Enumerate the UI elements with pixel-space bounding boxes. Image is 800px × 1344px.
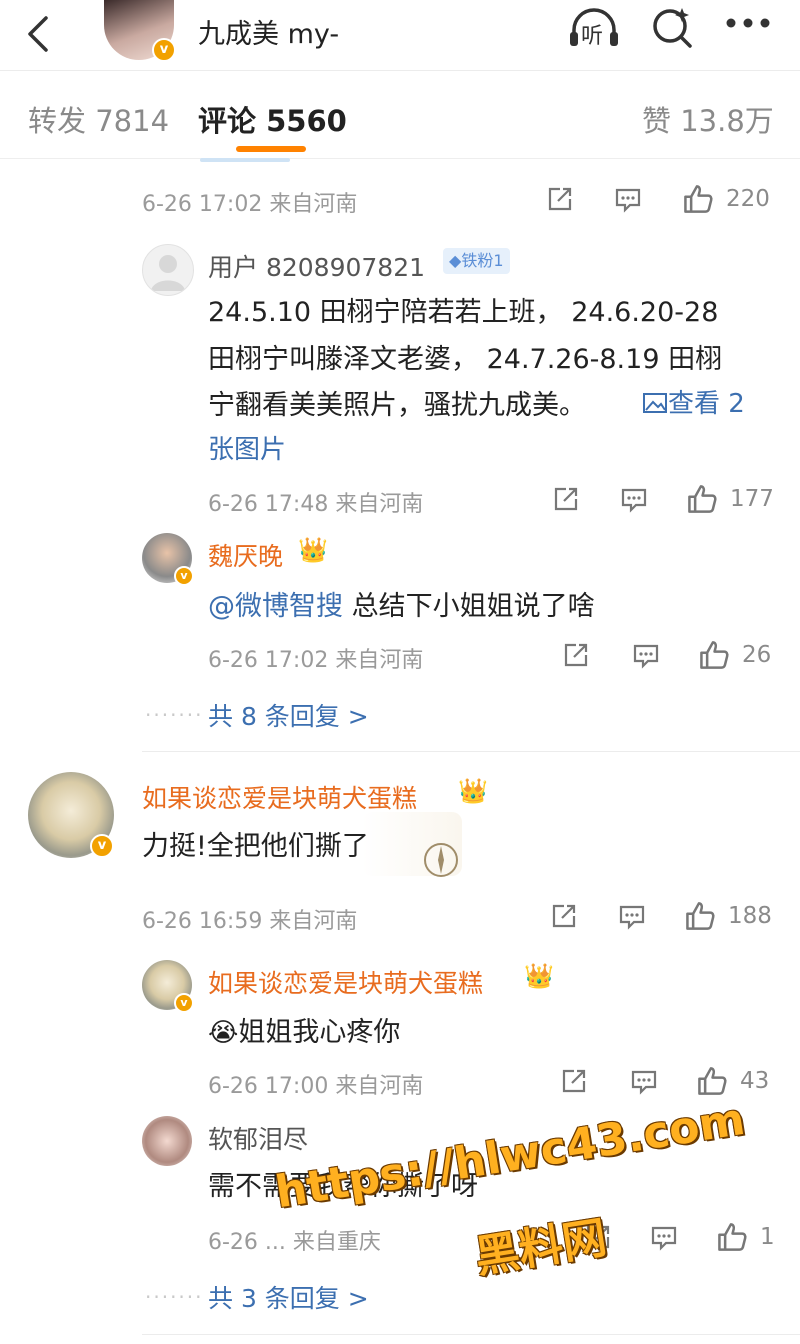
reply-text-line: 宁翻看美美照片，骚扰九成美。 bbox=[208, 390, 586, 421]
crying-emoji-icon: 😭 bbox=[208, 1018, 239, 1048]
tab-repost[interactable]: 转发 7814 bbox=[28, 98, 169, 140]
tab-bar: 转发 7814 评论 5560 赞 13.8万 bbox=[0, 70, 800, 159]
share-icon[interactable] bbox=[552, 485, 580, 513]
verified-icon: v bbox=[174, 993, 194, 1013]
compass-icon bbox=[424, 843, 458, 877]
reply-icon[interactable] bbox=[632, 641, 660, 669]
like-count: 220 bbox=[726, 186, 770, 212]
mention-link[interactable]: @微博智搜 bbox=[208, 591, 343, 622]
crown-icon: 👑 bbox=[524, 962, 554, 990]
share-icon[interactable] bbox=[562, 641, 590, 669]
reply-meta: 6-26 17:00 来自河南 bbox=[208, 1074, 424, 1099]
back-arrow-icon[interactable] bbox=[22, 14, 52, 54]
reply-user-name[interactable]: 魏厌晚 bbox=[208, 537, 283, 573]
reply-icon[interactable] bbox=[618, 902, 646, 930]
like-count: 26 bbox=[742, 642, 772, 668]
share-icon[interactable] bbox=[550, 902, 578, 930]
like-count: 43 bbox=[740, 1068, 770, 1094]
reply-text-line: 24.5.10 田栩宁陪若若上班， 24.6.20-28 bbox=[208, 297, 719, 328]
like-count: 188 bbox=[728, 903, 772, 929]
like-icon[interactable] bbox=[686, 483, 718, 515]
reply-avatar[interactable] bbox=[142, 1116, 192, 1166]
like-icon[interactable] bbox=[716, 1221, 748, 1253]
more-replies-link[interactable]: 共 3 条回复 > bbox=[208, 1279, 369, 1315]
verified-icon: v bbox=[174, 566, 194, 586]
share-icon[interactable] bbox=[546, 185, 574, 213]
reply-icon[interactable] bbox=[620, 485, 648, 513]
verified-icon: v bbox=[90, 834, 114, 858]
cropped-content bbox=[200, 158, 290, 162]
default-avatar[interactable] bbox=[142, 244, 194, 296]
watermark-label: 黑料网 bbox=[471, 1212, 611, 1284]
like-icon[interactable] bbox=[684, 900, 716, 932]
like-icon[interactable] bbox=[682, 183, 714, 215]
listen-button[interactable]: 听 bbox=[566, 4, 622, 54]
reply-text-content: 总结下小姐姐说了啥 bbox=[343, 591, 595, 622]
reply-icon[interactable] bbox=[650, 1223, 678, 1251]
divider bbox=[142, 1334, 800, 1335]
reply-text: 😭姐姐我心疼你 bbox=[208, 1010, 400, 1049]
dots-decoration: ······· bbox=[145, 703, 204, 727]
comment-meta: 6-26 17:02 来自河南 bbox=[142, 192, 358, 217]
reply-text: @微博智搜 总结下小姐姐说了啥 bbox=[208, 584, 595, 623]
person-icon bbox=[151, 255, 185, 291]
reply-meta: 6-26 17:48 来自河南 bbox=[208, 492, 424, 517]
comment-user-name[interactable]: 如果谈恋爱是块萌犬蛋糕 bbox=[142, 779, 417, 815]
user-name[interactable]: 九成美 my- bbox=[198, 12, 339, 51]
view-images-label: 查看 2 bbox=[668, 389, 745, 419]
more-replies-link[interactable]: 共 8 条回复 > bbox=[208, 697, 369, 733]
active-tab-indicator bbox=[236, 146, 306, 152]
reply-icon[interactable] bbox=[630, 1067, 658, 1095]
more-icon[interactable] bbox=[724, 16, 772, 30]
view-images-link[interactable]: 查看 2 bbox=[642, 383, 745, 420]
verified-icon: v bbox=[152, 38, 176, 62]
view-images-link-cont[interactable]: 张图片 bbox=[208, 429, 286, 466]
like-icon[interactable] bbox=[698, 639, 730, 671]
image-icon bbox=[643, 393, 667, 413]
dots-decoration: ······· bbox=[145, 1285, 204, 1309]
crown-icon: 👑 bbox=[298, 536, 328, 564]
comment-text: 力挺!全把他们撕了 bbox=[142, 831, 369, 862]
tab-comments[interactable]: 评论 5560 bbox=[198, 98, 347, 140]
like-count: 1 bbox=[760, 1224, 775, 1250]
share-icon[interactable] bbox=[560, 1067, 588, 1095]
listen-label: 听 bbox=[581, 24, 604, 49]
top-bar: v 九成美 my- 听 bbox=[0, 0, 800, 71]
search-icon[interactable] bbox=[650, 4, 696, 50]
reply-meta: 6-26 ... 来自重庆 bbox=[208, 1230, 381, 1255]
reply-meta: 6-26 17:02 来自河南 bbox=[208, 648, 424, 673]
diamond-icon: ◆ bbox=[449, 251, 462, 270]
fan-badge: ◆铁粉1 bbox=[443, 248, 510, 274]
fan-badge-label: 铁粉1 bbox=[461, 251, 504, 270]
reply-user-name[interactable]: 如果谈恋爱是块萌犬蛋糕 bbox=[208, 964, 483, 1000]
reply-user-name[interactable]: 软郁泪尽 bbox=[208, 1120, 308, 1156]
comment-meta: 6-26 16:59 来自河南 bbox=[142, 909, 358, 934]
crown-icon: 👑 bbox=[458, 777, 488, 805]
like-icon[interactable] bbox=[696, 1065, 728, 1097]
divider bbox=[142, 751, 800, 752]
reply-text-line: 田栩宁叫滕泽文老婆， 24.7.26-8.19 田栩 bbox=[208, 344, 723, 375]
tab-likes[interactable]: 赞 13.8万 bbox=[642, 98, 774, 140]
reply-icon[interactable] bbox=[614, 185, 642, 213]
reply-text-content: 姐姐我心疼你 bbox=[238, 1017, 401, 1048]
watermark-url: https://hlwc43.com bbox=[272, 1093, 749, 1219]
like-count: 177 bbox=[730, 486, 774, 512]
reply-user-name[interactable]: 用户 8208907821 bbox=[208, 248, 425, 284]
